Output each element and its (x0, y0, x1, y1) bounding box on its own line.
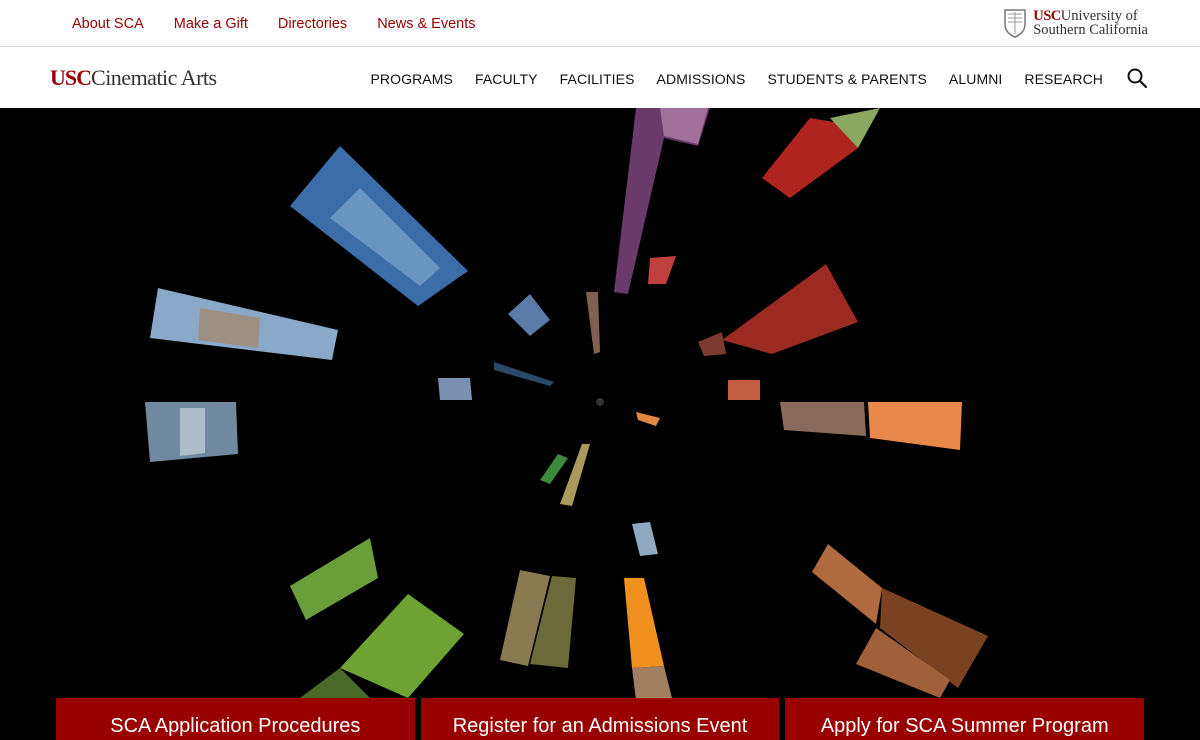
collage-piece (494, 362, 554, 386)
admissions-event-button[interactable]: Register for an Admissions Event (420, 698, 780, 740)
collage-piece (722, 264, 858, 354)
logo-line2: Southern California (1033, 22, 1148, 38)
nav-admissions[interactable]: ADMISSIONS (657, 71, 746, 87)
hero-collage (0, 108, 1200, 740)
about-sca-link[interactable]: About SCA (72, 16, 144, 32)
nav-alumni[interactable]: ALUMNI (949, 71, 1003, 87)
news-events-link[interactable]: News & Events (377, 16, 475, 32)
brand-usc-text: USC (50, 65, 92, 90)
utility-bar: About SCA Make a Gift Directories News &… (0, 0, 1200, 47)
collage-piece (632, 522, 658, 556)
summer-program-button[interactable]: Apply for SCA Summer Program (785, 698, 1145, 740)
main-nav: USCCinematic Arts PROGRAMS FACULTY FACIL… (0, 47, 1200, 108)
brand-name: Cinematic Arts (91, 65, 217, 90)
utility-links: About SCA Make a Gift Directories News &… (72, 16, 476, 32)
usc-university-logo[interactable]: USCUniversity of Southern California (1003, 8, 1148, 38)
collage-piece (624, 578, 664, 668)
nav-students-parents[interactable]: STUDENTS & PARENTS (767, 71, 926, 87)
collage-piece (812, 544, 882, 624)
nav-facilities[interactable]: FACILITIES (560, 71, 635, 87)
nav-faculty[interactable]: FACULTY (475, 71, 538, 87)
make-a-gift-link[interactable]: Make a Gift (174, 16, 248, 32)
usc-seal-icon (1004, 9, 1026, 38)
collage-piece (508, 294, 550, 336)
collage-piece (560, 444, 590, 506)
collage-piece (728, 380, 760, 400)
collage-piece (290, 538, 378, 620)
hero-collage-art (145, 108, 988, 708)
application-procedures-button[interactable]: SCA Application Procedures (56, 698, 415, 740)
cinematic-arts-logo[interactable]: USCCinematic Arts (50, 65, 217, 91)
cta-row: SCA Application Procedures Register for … (56, 698, 1145, 740)
collage-piece (438, 378, 472, 400)
primary-navigation: PROGRAMS FACULTY FACILITIES ADMISSIONS S… (370, 71, 1103, 87)
directories-link[interactable]: Directories (278, 16, 347, 32)
nav-programs[interactable]: PROGRAMS (370, 71, 452, 87)
collage-piece (340, 594, 464, 698)
collage-piece (780, 402, 866, 436)
search-icon[interactable] (1126, 67, 1148, 89)
collage-piece (868, 402, 962, 450)
collage-piece (540, 454, 568, 484)
nav-research[interactable]: RESEARCH (1024, 71, 1103, 87)
